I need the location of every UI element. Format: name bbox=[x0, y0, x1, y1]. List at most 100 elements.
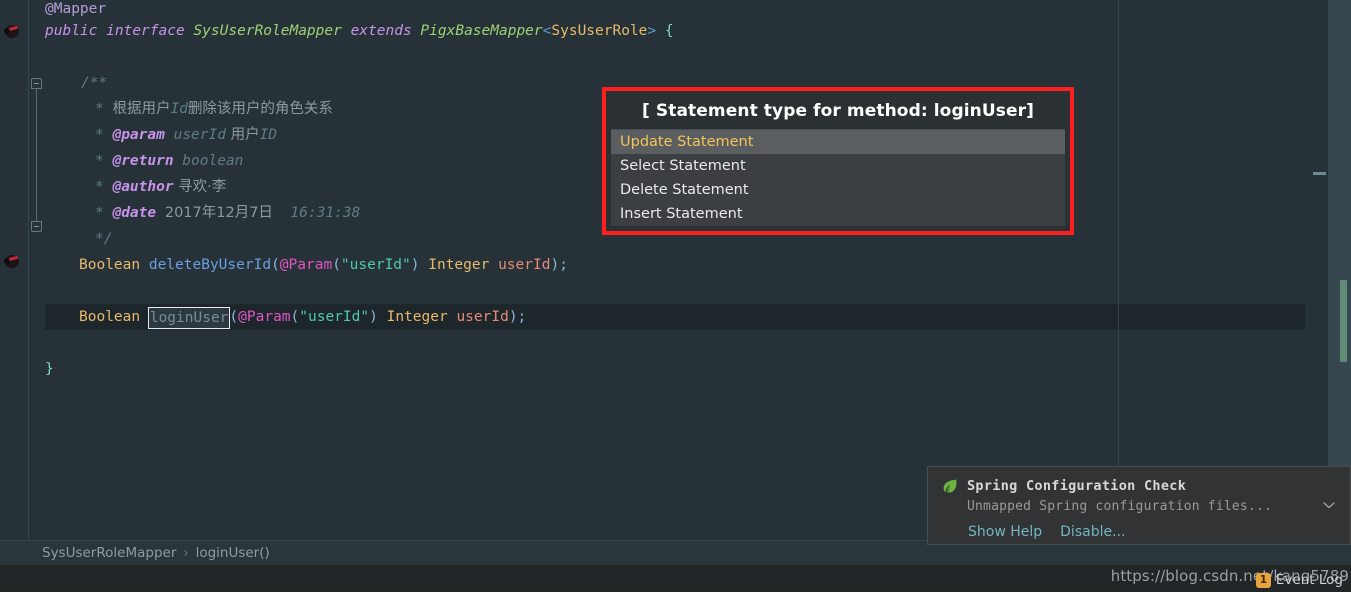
notification-title: Spring Configuration Check bbox=[967, 478, 1187, 494]
popup-option-delete-statement[interactable]: Delete Statement bbox=[611, 178, 1065, 202]
code-token: * bbox=[95, 153, 113, 169]
code-token: * bbox=[95, 179, 113, 195]
code-line: * @author 寻欢·李 bbox=[95, 174, 226, 200]
editor-gutter[interactable] bbox=[0, 0, 29, 540]
code-token: 删除该用户的角色关系 bbox=[187, 101, 333, 117]
code-token: interface bbox=[106, 23, 185, 39]
code-token: userId bbox=[498, 257, 551, 273]
code-token: * bbox=[95, 127, 113, 143]
code-token: "userId" bbox=[299, 309, 370, 325]
popup-option-list[interactable]: Update Statement Select Statement Delete S… bbox=[611, 129, 1065, 226]
popup-option-update-statement[interactable]: Update Statement bbox=[611, 130, 1065, 154]
code-token: > bbox=[647, 23, 657, 39]
code-token: Boolean bbox=[79, 257, 141, 273]
gutter-separator bbox=[28, 0, 29, 540]
code-token: userId bbox=[164, 127, 226, 143]
template-variable-box[interactable]: loginUser bbox=[147, 307, 231, 329]
notification-link-disable[interactable]: Disable... bbox=[1060, 524, 1125, 540]
code-token: 2017年12月7日 bbox=[164, 205, 273, 221]
code-line: * @param userId 用户ID bbox=[95, 122, 277, 148]
chevron-down-icon[interactable] bbox=[1322, 500, 1336, 510]
popup-inner: [ Statement type for method: loginUser] … bbox=[606, 91, 1070, 231]
code-editor[interactable]: @Mapper public interface SysUserRoleMappe… bbox=[0, 0, 1351, 540]
code-token: @date bbox=[112, 205, 157, 221]
code-token: 16:31:38 bbox=[272, 205, 361, 221]
code-line: } bbox=[45, 356, 54, 382]
code-token: 用户 bbox=[225, 127, 260, 143]
code-token: Boolean bbox=[79, 309, 141, 325]
editor-scrollbar[interactable] bbox=[1328, 0, 1351, 540]
event-log-button[interactable]: 1 Event Log bbox=[1255, 572, 1343, 588]
code-token: 寻欢·李 bbox=[173, 179, 227, 195]
bug-head bbox=[4, 258, 10, 264]
code-line: /** bbox=[81, 70, 107, 96]
code-token: * bbox=[95, 101, 113, 117]
mybatis-statement-marker-icon[interactable] bbox=[3, 23, 21, 40]
code-token: @Mapper bbox=[45, 1, 107, 17]
code-token: Id bbox=[170, 101, 188, 117]
code-line: * @date 2017年12月7日 16:31:38 bbox=[95, 200, 360, 226]
code-text[interactable]: @Mapper public interface SysUserRoleMappe… bbox=[45, 0, 1328, 540]
code-token: @Param bbox=[279, 257, 333, 273]
code-token: "userId" bbox=[340, 257, 411, 273]
code-token: } bbox=[45, 361, 54, 377]
code-token: /** bbox=[81, 75, 108, 91]
breadcrumb-item[interactable]: loginUser() bbox=[196, 545, 270, 561]
code-token: boolean bbox=[173, 153, 244, 169]
notification-message: Unmapped Spring configuration files... bbox=[967, 499, 1273, 514]
code-token: public bbox=[45, 23, 98, 39]
code-token: ) bbox=[410, 257, 429, 273]
code-token: ); bbox=[550, 257, 568, 273]
error-stripe-mark[interactable] bbox=[1313, 172, 1326, 175]
code-token: ( bbox=[229, 309, 239, 325]
notification-actions[interactable]: Show Help Disable... bbox=[968, 524, 1125, 540]
breadcrumb-item[interactable]: SysUserRoleMapper bbox=[42, 545, 176, 561]
code-line: public interface SysUserRoleMapper exten… bbox=[45, 18, 674, 44]
code-token: deleteByUserId bbox=[148, 257, 272, 273]
bug-head bbox=[4, 28, 10, 34]
popup-title: [ Statement type for method: loginUser] bbox=[611, 94, 1065, 129]
event-log-label: Event Log bbox=[1275, 572, 1343, 588]
code-token: PigxBaseMapper bbox=[420, 23, 543, 39]
fold-region-line bbox=[36, 78, 37, 232]
fold-collapse-top-icon[interactable] bbox=[31, 78, 42, 89]
code-token: ); bbox=[508, 309, 527, 325]
code-token: SysUserRole bbox=[551, 23, 648, 39]
popup-option-insert-statement[interactable]: Insert Statement bbox=[611, 202, 1065, 226]
event-log-badge: 1 bbox=[1255, 572, 1271, 588]
code-token: { bbox=[664, 23, 674, 39]
code-token: extends bbox=[350, 23, 412, 39]
notification-header: Spring Configuration Check bbox=[942, 478, 1186, 494]
code-token: 根据用户 bbox=[112, 101, 171, 117]
code-token: @author bbox=[112, 179, 174, 195]
fold-collapse-bottom-icon[interactable] bbox=[31, 221, 42, 232]
code-token: ( bbox=[290, 309, 300, 325]
code-token: ID bbox=[259, 127, 278, 143]
popup-option-select-statement[interactable]: Select Statement bbox=[611, 154, 1065, 178]
notification-link-show-help[interactable]: Show Help bbox=[968, 524, 1042, 540]
code-token: Integer bbox=[386, 309, 448, 325]
code-line: * @return boolean bbox=[95, 148, 243, 174]
code-token: ) bbox=[369, 309, 387, 325]
mybatis-statement-marker-icon[interactable] bbox=[3, 253, 21, 270]
statement-type-popup[interactable]: [ Statement type for method: loginUser] … bbox=[602, 87, 1074, 235]
code-line: Boolean loginUser(@Param("userId") Integ… bbox=[79, 304, 526, 330]
code-token: SysUserRoleMapper bbox=[193, 23, 342, 39]
notification-balloon[interactable]: Spring Configuration Check Unmapped Spri… bbox=[927, 466, 1351, 545]
code-line: * 根据用户Id删除该用户的角色关系 bbox=[95, 96, 333, 122]
code-token: * bbox=[95, 205, 113, 221]
code-line: Boolean deleteByUserId(@Param("userId") … bbox=[79, 252, 568, 278]
code-token: ( bbox=[271, 257, 280, 273]
code-token: @param bbox=[112, 127, 165, 143]
breadcrumb-separator: › bbox=[183, 545, 189, 561]
ide-window: @Mapper public interface SysUserRoleMappe… bbox=[0, 0, 1351, 592]
error-stripe-gutter[interactable] bbox=[1305, 0, 1328, 540]
scrollbar-thumb[interactable] bbox=[1340, 280, 1347, 362]
code-token: */ bbox=[95, 231, 113, 247]
code-token: ( bbox=[332, 257, 341, 273]
status-bar: https://blog.csdn.net/kang5789 1 Event L… bbox=[0, 565, 1351, 592]
